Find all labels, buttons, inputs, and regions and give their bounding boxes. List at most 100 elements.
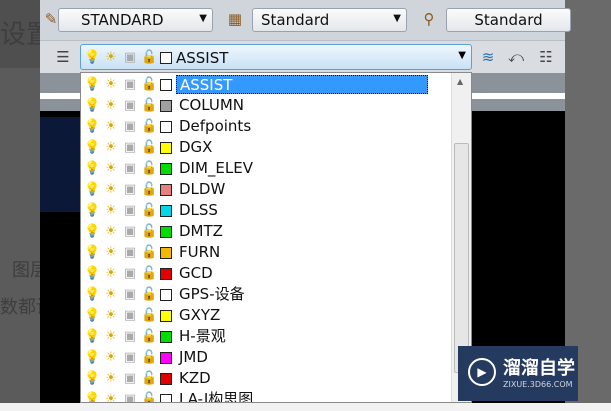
viewport-freeze-icon[interactable]: ▣ xyxy=(122,140,138,155)
viewport-freeze-icon[interactable]: ▣ xyxy=(122,119,138,134)
sun-icon[interactable]: ☀ xyxy=(103,119,119,134)
bulb-on-icon[interactable]: 💡 xyxy=(84,308,100,323)
unlock-icon[interactable]: 🔓 xyxy=(141,203,157,218)
viewport-freeze-icon[interactable]: ▣ xyxy=(122,266,138,281)
viewport-freeze-icon[interactable]: ▣ xyxy=(122,329,138,344)
bulb-off-icon[interactable]: 💡 xyxy=(84,371,100,386)
sun-icon[interactable]: ☀ xyxy=(103,224,119,239)
layer-item[interactable]: 💡 ☀ ▣ 🔓 COLUMN xyxy=(81,95,451,116)
bulb-on-icon[interactable]: 💡 xyxy=(84,161,100,176)
color-swatch[interactable] xyxy=(160,225,172,238)
unlock-icon[interactable]: 🔓 xyxy=(141,308,157,323)
unlock-icon[interactable]: 🔓 xyxy=(141,329,157,344)
sun-icon[interactable]: ☀ xyxy=(103,77,119,92)
table-style-icon[interactable]: ⚲ xyxy=(418,8,440,30)
bulb-on-icon[interactable]: 💡 xyxy=(84,182,100,197)
scroll-up-icon[interactable]: ▲ xyxy=(457,77,463,86)
layer-item[interactable]: 💡 ☀ ▣ 🔓 Defpoints xyxy=(81,116,451,137)
sun-icon[interactable]: ☀ xyxy=(103,287,119,302)
layer-dropdown-list[interactable]: ▲ 💡 ☀ ▣ 🔓 ASSIST 💡 ☀ ▣ 🔓 COLUMN 💡 ☀ ▣ 🔓 De… xyxy=(80,72,472,403)
unlock-icon[interactable]: 🔓 xyxy=(141,371,157,386)
bulb-on-icon[interactable]: 💡 xyxy=(84,203,100,218)
viewport-freeze-icon[interactable]: ▣ xyxy=(122,392,138,402)
bulb-off-icon[interactable]: 💡 xyxy=(84,392,100,402)
layer-item[interactable]: 💡 ☀ ▣ 🔓 LA-J构思图 xyxy=(81,389,451,402)
unlock-icon[interactable]: 🔓 xyxy=(141,182,157,197)
viewport-freeze-icon[interactable]: ▣ xyxy=(122,245,138,260)
viewport-freeze-icon[interactable]: ▣ xyxy=(122,287,138,302)
viewport-freeze-icon[interactable]: ▣ xyxy=(122,161,138,176)
bulb-on-icon[interactable]: 💡 xyxy=(84,350,100,365)
layer-item[interactable]: 💡 ☀ ▣ 🔓 JMD xyxy=(81,347,451,368)
bulb-on-icon[interactable]: 💡 xyxy=(84,287,100,302)
color-swatch[interactable] xyxy=(160,393,172,402)
sun-icon[interactable]: ☀ xyxy=(103,266,119,281)
color-swatch[interactable] xyxy=(160,267,172,280)
bulb-on-icon[interactable]: 💡 xyxy=(84,329,100,344)
bulb-on-icon[interactable]: 💡 xyxy=(84,245,100,260)
scrollbar-thumb[interactable] xyxy=(454,143,469,373)
unlock-icon[interactable]: 🔓 xyxy=(141,161,157,176)
color-swatch[interactable] xyxy=(160,204,172,217)
sun-icon[interactable]: ☀ xyxy=(103,245,119,260)
unlock-icon[interactable]: 🔓 xyxy=(141,140,157,155)
layer-item[interactable]: 💡 ☀ ▣ 🔓 GCD xyxy=(81,263,451,284)
bulb-on-icon[interactable]: 💡 xyxy=(84,98,100,113)
color-swatch[interactable] xyxy=(160,99,172,112)
sun-icon[interactable]: ☀ xyxy=(103,98,119,113)
color-swatch[interactable] xyxy=(160,288,172,301)
viewport-freeze-icon[interactable]: ▣ xyxy=(122,203,138,218)
sun-icon[interactable]: ☀ xyxy=(103,371,119,386)
layer-item[interactable]: 💡 ☀ ▣ 🔓 DLSS xyxy=(81,200,451,221)
viewport-freeze-icon[interactable]: ▣ xyxy=(122,371,138,386)
unlock-icon[interactable]: 🔓 xyxy=(141,77,157,92)
unlock-icon[interactable]: 🔓 xyxy=(141,245,157,260)
color-swatch[interactable] xyxy=(160,309,172,322)
bulb-on-icon[interactable]: 💡 xyxy=(84,77,100,92)
color-swatch[interactable] xyxy=(160,351,172,364)
sun-icon[interactable]: ☀ xyxy=(103,329,119,344)
table-style-select[interactable]: Standard xyxy=(446,8,571,32)
unlock-icon[interactable]: 🔓 xyxy=(141,224,157,239)
viewport-freeze-icon[interactable]: ▣ xyxy=(122,182,138,197)
layer-properties-icon[interactable]: ☰ xyxy=(52,46,74,68)
unlock-icon[interactable]: 🔓 xyxy=(141,392,157,402)
layer-item[interactable]: 💡 ☀ ▣ 🔓 FURN xyxy=(81,242,451,263)
make-current-icon[interactable]: ≋ xyxy=(477,46,499,68)
sun-icon[interactable]: ☀ xyxy=(103,161,119,176)
color-swatch[interactable] xyxy=(160,120,172,133)
sun-icon[interactable]: ☀ xyxy=(103,392,119,402)
unlock-icon[interactable]: 🔓 xyxy=(141,98,157,113)
unlock-icon[interactable]: 🔓 xyxy=(141,287,157,302)
layer-item[interactable]: 💡 ☀ ▣ 🔓 GPS-设备 xyxy=(81,284,451,305)
viewport-freeze-icon[interactable]: ▣ xyxy=(122,224,138,239)
layer-item[interactable]: 💡 ☀ ▣ 🔓 DIM_ELEV xyxy=(81,158,451,179)
viewport-freeze-icon[interactable]: ▣ xyxy=(122,98,138,113)
layer-item[interactable]: 💡 ☀ ▣ 🔓 DLDW xyxy=(81,179,451,200)
color-swatch[interactable] xyxy=(160,372,172,385)
bulb-on-icon[interactable]: 💡 xyxy=(84,119,100,134)
unlock-icon[interactable]: 🔓 xyxy=(141,266,157,281)
unlock-icon[interactable]: 🔓 xyxy=(141,350,157,365)
dim-style-icon[interactable]: ▦ xyxy=(224,8,246,30)
color-swatch[interactable] xyxy=(160,330,172,343)
sun-icon[interactable]: ☀ xyxy=(103,182,119,197)
color-swatch[interactable] xyxy=(160,246,172,259)
layer-previous-icon[interactable]: ⤺ xyxy=(505,46,527,68)
layer-item[interactable]: 💡 ☀ ▣ 🔓 GXYZ xyxy=(81,305,451,326)
sun-icon[interactable]: ☀ xyxy=(103,350,119,365)
bulb-on-icon[interactable]: 💡 xyxy=(84,140,100,155)
color-swatch[interactable] xyxy=(160,141,172,154)
sun-icon[interactable]: ☀ xyxy=(103,140,119,155)
layer-item[interactable]: 💡 ☀ ▣ 🔓 ASSIST xyxy=(81,74,451,95)
bulb-on-icon[interactable]: 💡 xyxy=(84,224,100,239)
unlock-icon[interactable]: 🔓 xyxy=(141,119,157,134)
viewport-freeze-icon[interactable]: ▣ xyxy=(122,308,138,323)
layer-combo[interactable]: 💡 ☀ ▣ 🔓 ASSIST ▼ xyxy=(80,44,472,70)
viewport-freeze-icon[interactable]: ▣ xyxy=(122,77,138,92)
viewport-freeze-icon[interactable]: ▣ xyxy=(122,350,138,365)
color-swatch[interactable] xyxy=(160,162,172,175)
bulb-on-icon[interactable]: 💡 xyxy=(84,266,100,281)
dim-style-select[interactable]: Standard ▼ xyxy=(252,8,407,32)
layer-item[interactable]: 💡 ☀ ▣ 🔓 KZD xyxy=(81,368,451,389)
